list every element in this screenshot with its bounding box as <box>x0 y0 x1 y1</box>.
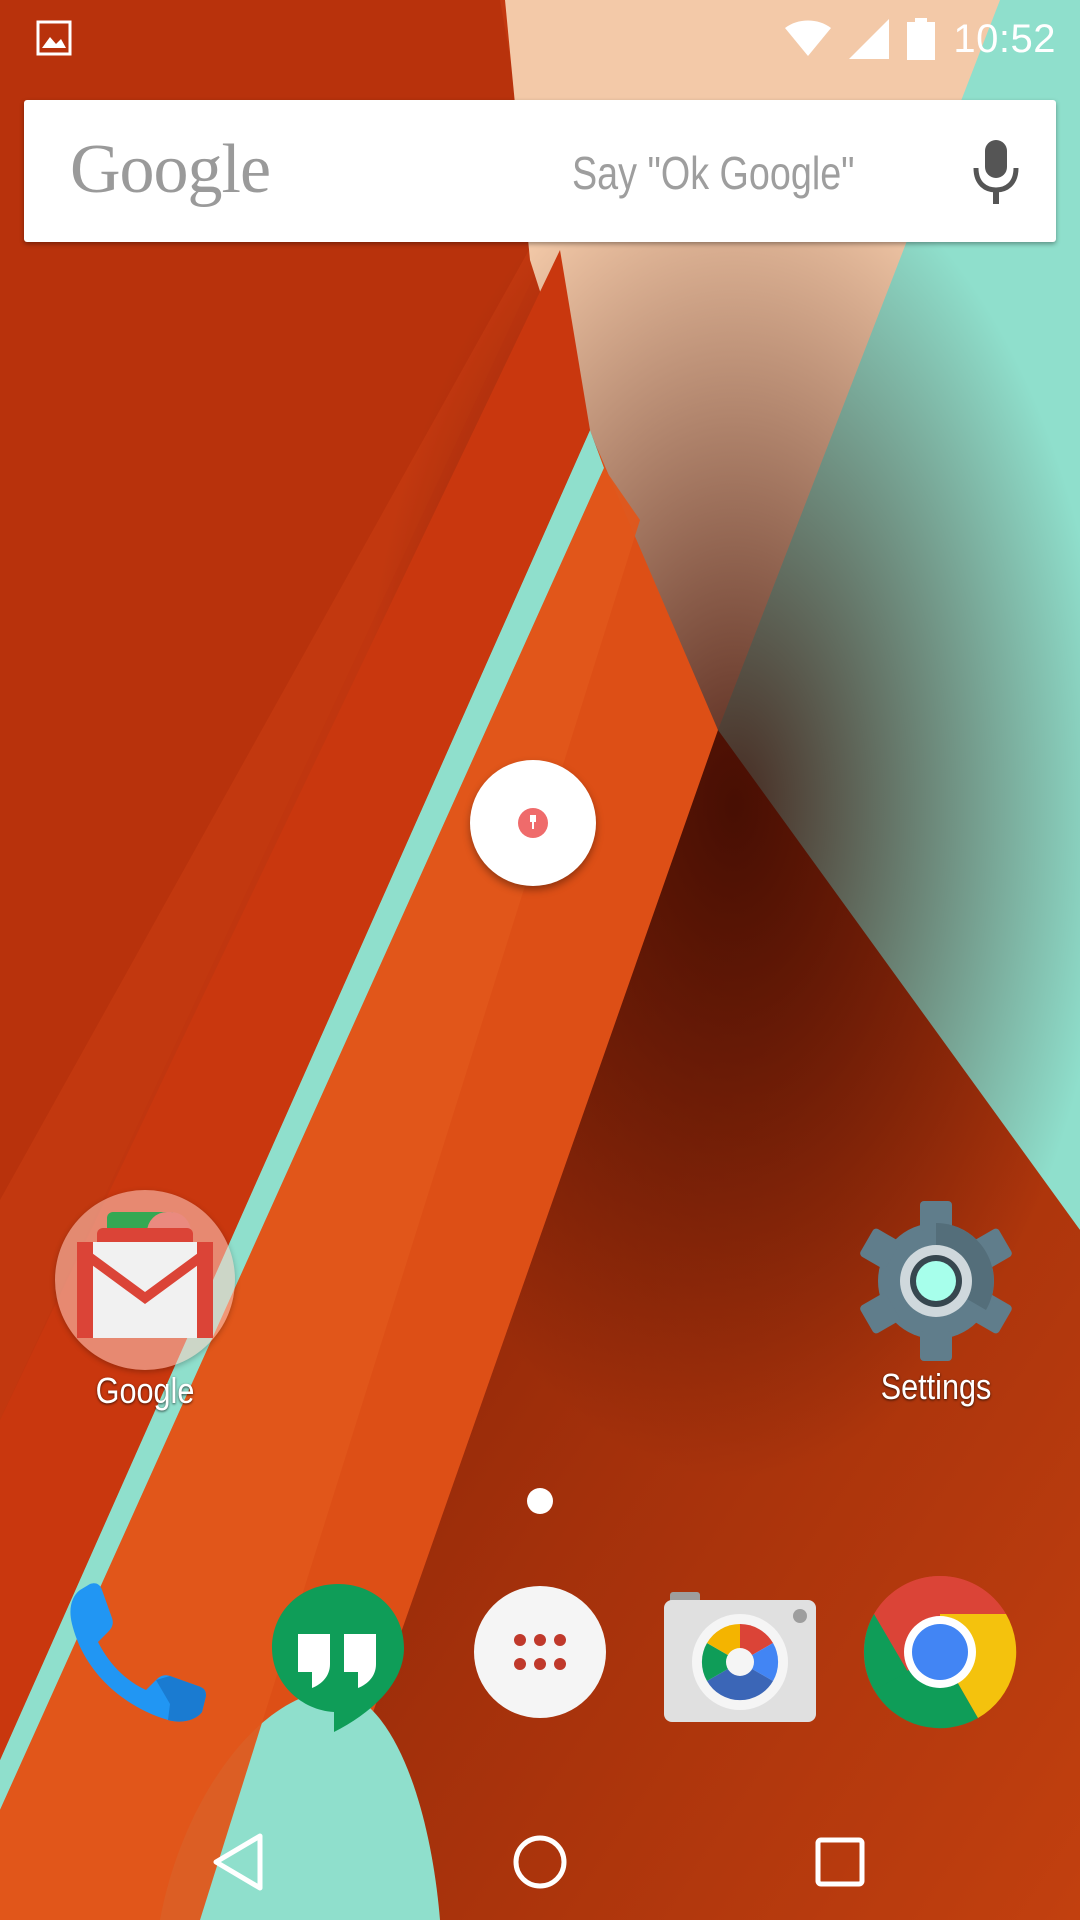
home-circle-icon[interactable] <box>500 1822 580 1902</box>
settings-app[interactable]: Settings <box>836 1196 1036 1408</box>
settings-gear-icon[interactable] <box>851 1196 1021 1366</box>
chrome-icon[interactable] <box>860 1572 1020 1732</box>
google-search-bar[interactable]: Google Say "Ok Google" <box>24 100 1056 242</box>
app-drawer-icon[interactable] <box>460 1572 620 1732</box>
cell-signal-icon <box>849 19 890 59</box>
image-icon <box>36 20 72 56</box>
hangouts-icon[interactable] <box>258 1572 418 1732</box>
clock: 10:52 <box>953 16 1056 61</box>
search-hint[interactable]: Say "Ok Google" <box>572 146 855 200</box>
status-bar: 10:52 <box>0 0 1080 78</box>
microphone-icon[interactable] <box>968 138 1024 206</box>
recents-square-icon[interactable] <box>800 1822 880 1902</box>
app-label-settings: Settings <box>880 1366 992 1407</box>
navigation-bar <box>0 1800 1080 1920</box>
wifi-icon <box>785 20 832 56</box>
gmail-icon <box>77 1212 213 1338</box>
google-folder[interactable]: Google <box>40 1190 250 1412</box>
floating-bubble[interactable] <box>470 760 596 886</box>
google-logo[interactable]: Google <box>70 130 271 210</box>
camera-icon[interactable] <box>660 1572 820 1732</box>
google-folder-icon[interactable] <box>55 1190 235 1370</box>
pin-icon <box>530 815 536 829</box>
phone-icon[interactable] <box>58 1572 218 1732</box>
page-indicator-dot <box>527 1488 553 1514</box>
app-label-google: Google <box>95 1370 195 1411</box>
battery-icon <box>907 18 936 60</box>
back-triangle-icon[interactable] <box>200 1822 280 1902</box>
